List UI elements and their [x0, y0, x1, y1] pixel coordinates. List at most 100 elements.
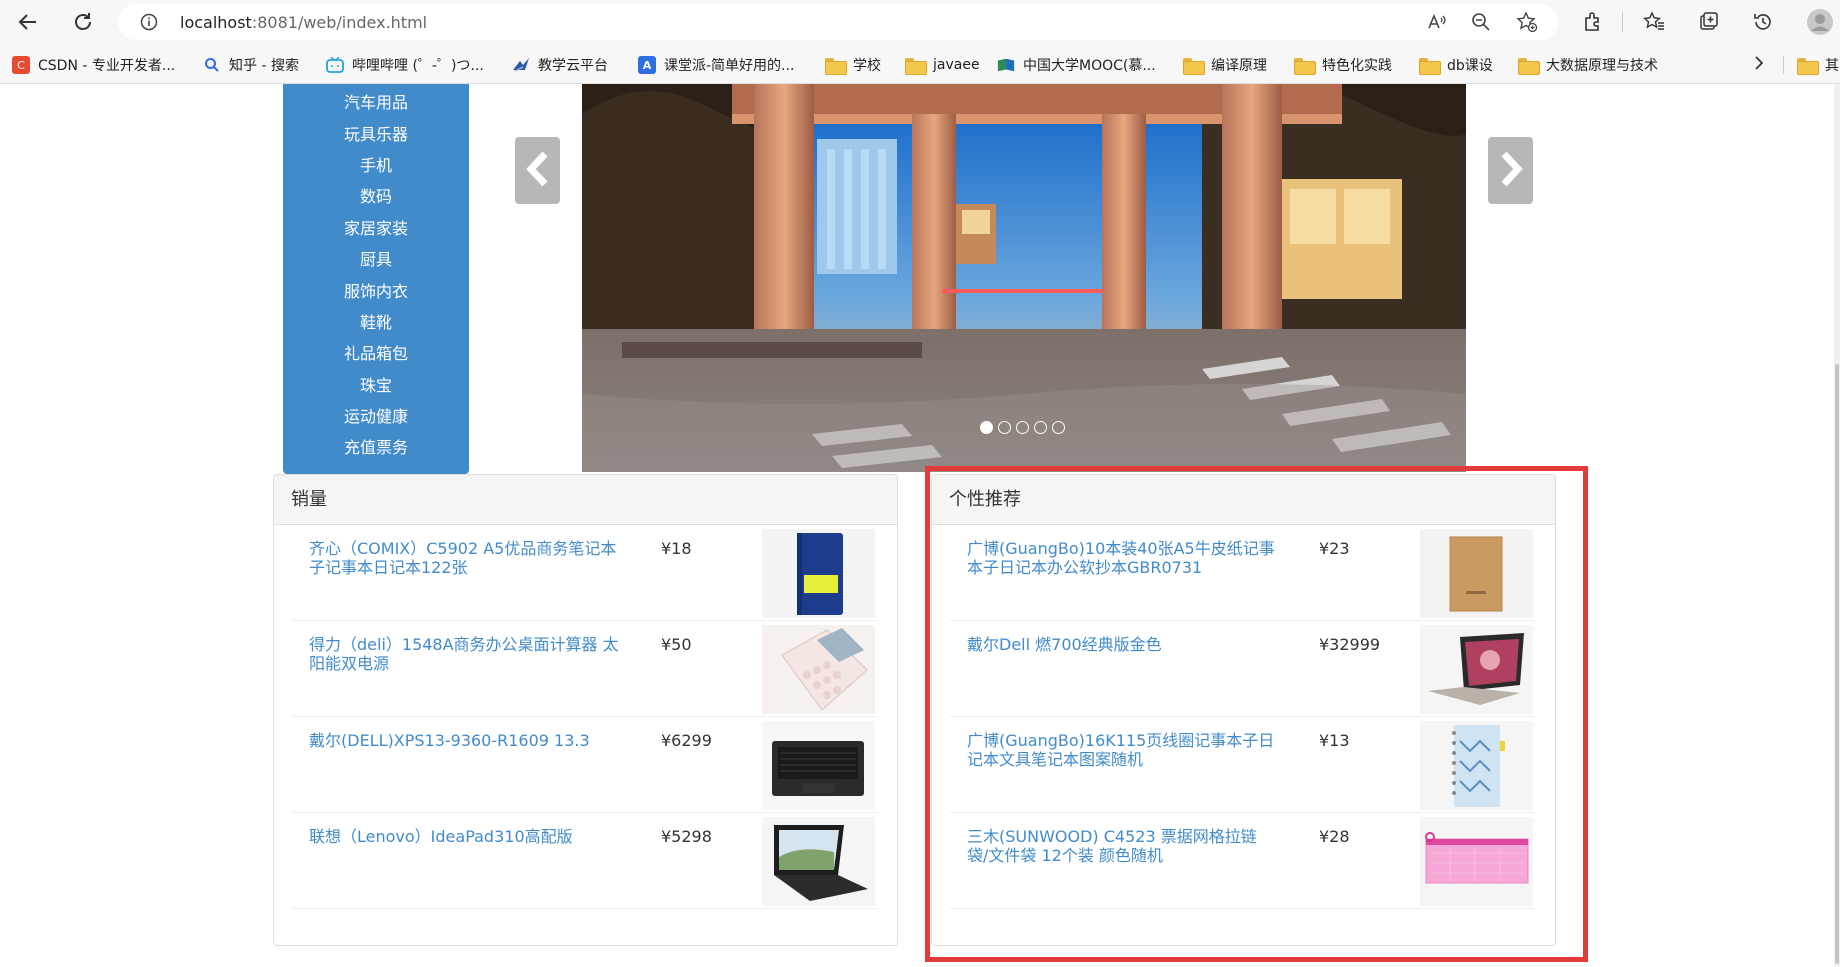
category-item[interactable]: 手机: [283, 155, 469, 177]
category-item[interactable]: 鞋靴: [283, 312, 469, 334]
product-price: ¥28: [1319, 827, 1350, 846]
bookmark-ketangpai[interactable]: A 课堂派-简单好用的...: [638, 54, 794, 76]
add-favorite-icon[interactable]: [1516, 11, 1538, 33]
history-icon[interactable]: [1747, 6, 1779, 38]
folder-icon: [1294, 57, 1316, 75]
bookmark-folder-school[interactable]: 学校: [825, 54, 881, 76]
product-link[interactable]: 三木(SUNWOOD) C4523 票据网格拉链袋/文件袋 12个装 颜色随机: [967, 827, 1277, 865]
product-row: 齐心（COMIX）C5902 A5优品商务笔记本子记事本日记本122张 ¥18: [292, 525, 877, 621]
product-link[interactable]: 广博(GuangBo)16K115页线圈记事本子日记本文具笔记本图案随机: [967, 731, 1277, 769]
folder-icon: [825, 57, 847, 75]
scrollbar-thumb[interactable]: [1835, 364, 1839, 964]
bookmark-label: 编译原理: [1211, 58, 1267, 74]
bookmark-folder-db[interactable]: db课设: [1419, 54, 1493, 76]
panel-title: 销量: [274, 475, 897, 525]
category-item[interactable]: 家居家装: [283, 218, 469, 240]
bookmark-folder-bigdata[interactable]: 大数据原理与技术: [1518, 54, 1658, 76]
bookmark-label: 其: [1825, 58, 1839, 74]
product-row: 广博(GuangBo)10本装40张A5牛皮纸记事本子日记本办公软抄本GBR07…: [950, 525, 1535, 621]
bookmark-label: CSDN - 专业开发者...: [38, 58, 176, 74]
bookmark-folder-javaee[interactable]: javaee: [905, 54, 980, 76]
product-row: 得力（deli）1548A商务办公桌面计算器 太阳能双电源 ¥50: [292, 621, 877, 717]
category-item[interactable]: 充值票务: [283, 437, 469, 459]
category-item[interactable]: 玩具乐器: [283, 124, 469, 146]
profile-avatar-icon[interactable]: [1804, 6, 1836, 38]
carousel-prev-button[interactable]: [515, 137, 560, 204]
bookmark-label: db课设: [1447, 58, 1493, 74]
product-price: ¥18: [661, 539, 692, 558]
carousel-next-button[interactable]: [1488, 137, 1533, 204]
favorites-icon[interactable]: [1638, 6, 1670, 38]
bookmark-zhihu[interactable]: 知乎 - 搜索: [203, 54, 299, 76]
product-thumbnail-calculator[interactable]: [762, 625, 875, 714]
folder-icon: [1419, 57, 1441, 75]
sales-panel: 销量 齐心（COMIX）C5902 A5优品商务笔记本子记事本日记本122张 ¥…: [273, 474, 898, 946]
bookmark-folder-compiler[interactable]: 编译原理: [1183, 54, 1267, 76]
banner-carousel-image[interactable]: [582, 84, 1466, 472]
product-link[interactable]: 联想（Lenovo）IdeaPad310高配版: [309, 827, 619, 846]
info-icon[interactable]: [140, 13, 158, 35]
category-menu: 汽车用品 玩具乐器 手机 数码 家居家装 厨具 服饰内衣 鞋靴 礼品箱包 珠宝 …: [283, 84, 469, 474]
product-link[interactable]: 得力（deli）1548A商务办公桌面计算器 太阳能双电源: [309, 635, 619, 673]
category-item[interactable]: 礼品箱包: [283, 343, 469, 365]
product-thumbnail-laptop-black[interactable]: [762, 721, 875, 810]
bookmarks-overflow-button[interactable]: [1752, 54, 1766, 76]
bookmark-label: 知乎 - 搜索: [229, 58, 299, 74]
carousel-indicators: [980, 421, 1065, 434]
carousel-indicator[interactable]: [980, 421, 993, 434]
chevron-left-icon: [525, 151, 551, 191]
carousel-indicator[interactable]: [1016, 421, 1029, 434]
bookmark-label: 课堂派-简单好用的...: [664, 58, 795, 74]
product-thumbnail-laptop-gold[interactable]: [1420, 625, 1533, 714]
toolbar-divider: [1622, 12, 1623, 32]
product-thumbnail-spiral-notebook[interactable]: [1420, 721, 1533, 810]
category-item[interactable]: 数码: [283, 186, 469, 208]
product-link[interactable]: 戴尔Dell 燃700经典版金色: [967, 635, 1277, 654]
url-host: localhost: [180, 13, 252, 32]
product-thumbnail-laptop-lenovo[interactable]: [762, 817, 875, 906]
collections-icon[interactable]: [1693, 6, 1725, 38]
url-text[interactable]: localhost:8081/web/index.html: [180, 13, 427, 32]
mooc-icon: [997, 56, 1015, 74]
reload-icon[interactable]: [67, 6, 99, 38]
category-item[interactable]: 运动健康: [283, 406, 469, 428]
product-thumbnail-zipper-bag[interactable]: [1420, 817, 1533, 906]
teaching-cloud-icon: [512, 56, 530, 74]
category-item[interactable]: 厨具: [283, 249, 469, 271]
product-link[interactable]: 广博(GuangBo)10本装40张A5牛皮纸记事本子日记本办公软抄本GBR07…: [967, 539, 1277, 577]
extensions-icon[interactable]: [1577, 6, 1609, 38]
read-aloud-icon[interactable]: [1426, 11, 1448, 33]
product-link[interactable]: 戴尔(DELL)XPS13-9360-R1609 13.3: [309, 731, 619, 750]
category-item[interactable]: 汽车用品: [283, 92, 469, 114]
zoom-out-icon[interactable]: [1470, 11, 1492, 33]
bookmark-folder-other[interactable]: 其: [1797, 54, 1839, 76]
bookmark-teaching-cloud[interactable]: 教学云平台: [512, 54, 608, 76]
bookmark-label: 中国大学MOOC(慕...: [1023, 58, 1156, 74]
carousel-indicator[interactable]: [1052, 421, 1065, 434]
category-item[interactable]: 服饰内衣: [283, 281, 469, 303]
folder-icon: [1518, 57, 1540, 75]
back-arrow-icon[interactable]: [12, 6, 44, 38]
bookmark-bilibili[interactable]: 哔哩哔哩 (゜-゜)つ...: [326, 54, 484, 76]
carousel-indicator[interactable]: [1034, 421, 1047, 434]
folder-icon: [1183, 57, 1205, 75]
product-price: ¥6299: [661, 731, 712, 750]
bookmark-csdn[interactable]: C CSDN - 专业开发者...: [12, 54, 175, 76]
category-item[interactable]: 珠宝: [283, 375, 469, 397]
page-scrollbar[interactable]: [1834, 84, 1840, 967]
bookmark-label: javaee: [933, 57, 980, 73]
bookmark-mooc[interactable]: 中国大学MOOC(慕...: [997, 54, 1156, 76]
csdn-icon: C: [12, 56, 30, 74]
product-row: 三木(SUNWOOD) C4523 票据网格拉链袋/文件袋 12个装 颜色随机 …: [950, 813, 1535, 909]
bookmarks-bar: C CSDN - 专业开发者... 知乎 - 搜索 哔哩哔哩 (゜-゜)つ...…: [0, 44, 1840, 84]
search-icon: [203, 56, 221, 74]
product-link[interactable]: 齐心（COMIX）C5902 A5优品商务笔记本子记事本日记本122张: [309, 539, 619, 577]
product-row: 戴尔Dell 燃700经典版金色 ¥32999: [950, 621, 1535, 717]
product-thumbnail-kraft-notebook[interactable]: [1420, 529, 1533, 618]
bookmark-label: 哔哩哔哩 (゜-゜)つ...: [352, 58, 484, 74]
address-bar[interactable]: localhost:8081/web/index.html: [118, 4, 1558, 40]
bookmark-folder-practice[interactable]: 特色化实践: [1294, 54, 1392, 76]
product-thumbnail-notebook-blue[interactable]: [762, 529, 875, 618]
product-price: ¥32999: [1319, 635, 1381, 654]
carousel-indicator[interactable]: [998, 421, 1011, 434]
